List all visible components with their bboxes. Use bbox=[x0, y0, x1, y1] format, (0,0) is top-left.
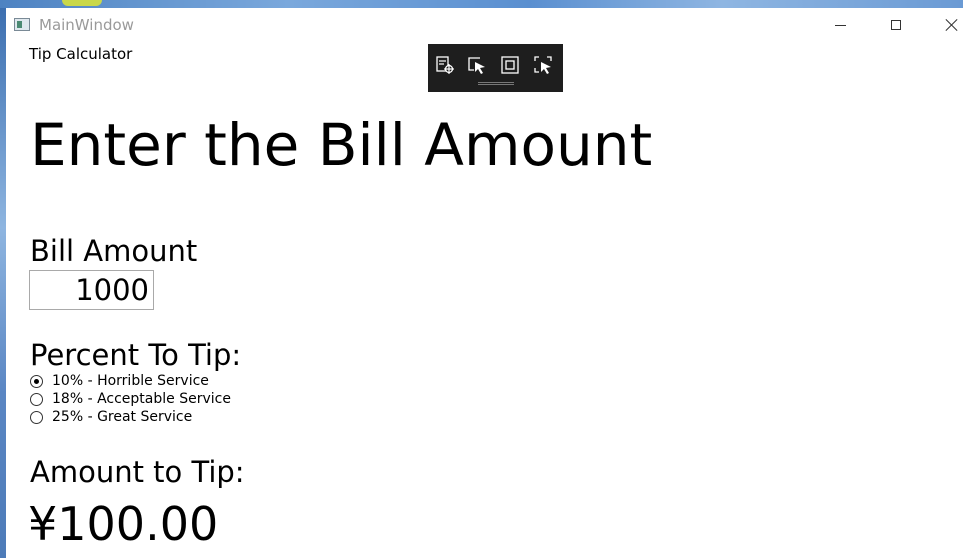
page-heading: Enter the Bill Amount bbox=[30, 111, 653, 179]
desktop-background bbox=[0, 0, 963, 8]
app-icon[interactable] bbox=[14, 18, 30, 31]
bill-amount-label: Bill Amount bbox=[30, 234, 198, 268]
radio-button[interactable] bbox=[30, 392, 43, 406]
xaml-debug-toolbar bbox=[428, 44, 563, 92]
minimize-button[interactable] bbox=[817, 8, 863, 42]
maximize-button[interactable] bbox=[873, 8, 919, 42]
maximize-icon bbox=[891, 20, 901, 30]
tip-option-label: 10% - Horrible Service bbox=[52, 373, 209, 389]
amount-to-tip-label: Amount to Tip: bbox=[30, 455, 245, 489]
close-icon bbox=[945, 18, 959, 32]
bill-amount-input[interactable] bbox=[29, 270, 154, 310]
tip-option-25[interactable]: 25% - Great Service bbox=[30, 408, 192, 426]
tip-option-10[interactable]: 10% - Horrible Service bbox=[30, 372, 209, 390]
window-title: MainWindow bbox=[39, 16, 134, 34]
select-element-icon bbox=[468, 57, 485, 74]
tip-option-18[interactable]: 18% - Acceptable Service bbox=[30, 390, 231, 408]
main-window: MainWindow Tip Calculator Enter the Bill… bbox=[6, 8, 963, 558]
desktop-wallpaper-detail bbox=[62, 0, 102, 6]
radio-button[interactable] bbox=[30, 410, 43, 424]
percent-to-tip-label: Percent To Tip: bbox=[30, 338, 242, 372]
radio-button[interactable] bbox=[30, 374, 43, 388]
app-label: Tip Calculator bbox=[29, 45, 133, 63]
display-layout-adorners-icon bbox=[501, 56, 519, 74]
live-visual-tree-button[interactable] bbox=[434, 54, 456, 76]
live-visual-tree-icon bbox=[436, 56, 454, 74]
select-element-button[interactable] bbox=[466, 54, 488, 76]
track-focused-element-icon bbox=[534, 56, 552, 74]
display-layout-adorners-button[interactable] bbox=[499, 54, 521, 76]
tip-option-label: 25% - Great Service bbox=[52, 409, 193, 425]
track-focused-element-button[interactable] bbox=[532, 54, 554, 76]
close-button[interactable] bbox=[929, 8, 963, 42]
title-bar[interactable]: MainWindow bbox=[6, 8, 963, 42]
toolbar-grip[interactable] bbox=[478, 82, 514, 85]
amount-to-tip-value: ¥100.00 bbox=[28, 497, 219, 551]
tip-option-label: 18% - Acceptable Service bbox=[52, 391, 231, 407]
minimize-icon bbox=[834, 24, 846, 26]
